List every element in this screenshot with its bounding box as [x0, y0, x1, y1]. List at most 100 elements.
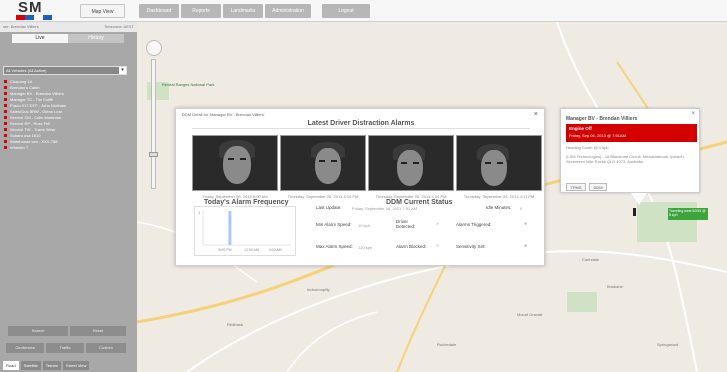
vehicle-info-popup: × Manager BV - Brendan Villiers Engine O…: [560, 108, 700, 205]
nav-landmarks[interactable]: Landmarks: [223, 4, 263, 18]
map-type-selector: Road Satellite Terrain Street View: [3, 361, 90, 370]
chart-x-tick: 4:00 AM: [269, 248, 282, 252]
vehicle-select-value: All Vehicles (All Active): [6, 68, 47, 73]
camera-image[interactable]: [280, 135, 366, 191]
tpms-button[interactable]: TPMS: [566, 183, 586, 191]
alarms-heading: Latest Driver Distraction Alarms: [192, 120, 530, 129]
vehicle-name: Chapung 1A: [10, 78, 33, 84]
green-vehicle-tag[interactable]: Traveling west 50/55 @ 8 kph: [668, 208, 708, 220]
live-tab[interactable]: Live: [12, 34, 68, 43]
chart-axis: [202, 211, 291, 246]
vehicle-status-icon: [4, 145, 7, 149]
reset-button[interactable]: Reset: [70, 326, 126, 336]
popup-pointer: [631, 193, 647, 205]
map-label: Carindale: [582, 257, 600, 262]
vehicle-status-icon: [4, 127, 7, 131]
vehicle-name: Subaru usa 1610: [10, 132, 41, 138]
nav-dashboard[interactable]: Dashboard: [139, 4, 179, 18]
sensitivity-label: Sensitivity Set:: [456, 244, 486, 249]
ddm-detail-dialog: DDM Detail for 'Manager BV - Brendan Vil…: [175, 108, 545, 266]
vehicle-list: Chapung 1A Brendan's Cabin Manager BV - Br…: [4, 78, 104, 150]
zoom-slider[interactable]: [151, 59, 156, 189]
vehicle-name: Service CM - Colin Montrose: [10, 114, 62, 120]
ddm-status-panel: Last Update: Friday, September 06, 2013 …: [316, 205, 536, 265]
vehicle-status-icon: [4, 115, 7, 119]
map-type-satellite[interactable]: Satellite: [20, 361, 41, 370]
max-speed-value: 120 kph: [358, 244, 373, 250]
map-label: Brisbane: [607, 284, 623, 289]
vehicle-status-icon: [4, 103, 7, 107]
logo-bar: [16, 15, 52, 20]
timezone-label: Timezone: AEST: [104, 24, 134, 29]
chart-y-tick: 1: [198, 210, 201, 215]
ddm-button[interactable]: DDM: [589, 183, 607, 191]
vehicle-status-icon: [4, 121, 7, 125]
pan-control[interactable]: [146, 40, 162, 56]
geofences-button[interactable]: Geofences: [6, 343, 44, 353]
map-label: Rochedale: [437, 342, 457, 347]
alarms-triggered-indicator: ●: [524, 221, 528, 227]
dialog-title: DDM Detail for 'Manager BV - Brendan Vil…: [182, 112, 265, 117]
map-type-street-view[interactable]: Street View: [63, 361, 90, 370]
user-label: ser: Brendan Villiers: [3, 24, 39, 29]
vehicle-name: Service TW - Travis Wear: [10, 126, 56, 132]
map-type-road[interactable]: Road: [3, 361, 19, 370]
vehicle-status-icon: [4, 97, 7, 101]
search-button[interactable]: Search: [8, 326, 68, 336]
map-view-button[interactable]: Map View: [80, 4, 125, 18]
camera-image[interactable]: [192, 135, 278, 191]
vehicle-name: Manager BV - Brendan Villiers: [566, 116, 638, 122]
vehicle-status-icon: [4, 79, 7, 83]
close-icon[interactable]: ×: [691, 111, 695, 117]
alarm-frequency-heading: Today's Alarm Frequency: [204, 199, 289, 206]
camera-image[interactable]: [368, 135, 454, 191]
zoom-slider-handle[interactable]: [149, 152, 158, 157]
alarm-frequency-chart: 1 8:00 PM 12:00 AM 4:00 AM: [194, 206, 296, 256]
vehicle-group-select[interactable]: All Vehicles (All Active) ▾: [3, 66, 127, 75]
vehicle-name: Prado 017-DTF - John Northam: [10, 102, 67, 108]
vehicle-name: Sales/Gus BRW - Glenn Lear: [10, 108, 63, 114]
alarms-triggered-label: Alarms Triggered:: [456, 222, 492, 227]
history-tab[interactable]: History: [68, 34, 124, 43]
last-update-value: Friday, September 06, 2013 7:51 AM: [352, 205, 418, 211]
vehicle-name: Brendan's Cabin: [10, 84, 40, 90]
chart-bar: [228, 211, 232, 245]
map-type-terrain[interactable]: Terrain: [42, 361, 62, 370]
user-info-row: ser: Brendan Villiers Timezone: AEST: [0, 22, 137, 32]
logout-button[interactable]: Logout: [322, 4, 370, 18]
nav-administration[interactable]: Administration: [265, 4, 311, 18]
chart-x-tick: 8:00 PM: [218, 248, 231, 252]
traffic-button[interactable]: Traffic: [46, 343, 84, 353]
vehicle-marker-icon[interactable]: [633, 208, 636, 216]
driver-detected-label: Driver Detected:: [396, 219, 416, 229]
vehicle-status-icon: [4, 139, 7, 143]
camera-image[interactable]: [456, 135, 542, 191]
alarm-blocked-indicator: »: [436, 243, 439, 249]
vehicle-name: Manager BV - Brendan Villiers: [10, 90, 64, 96]
park-label: Reveal Ranges National Park: [162, 82, 215, 87]
chevron-down-icon: ▾: [119, 67, 126, 74]
live-history-toggle: Live History: [12, 34, 124, 43]
driver-detected-indicator: »: [436, 221, 439, 227]
nav-reports[interactable]: Reports: [181, 4, 221, 18]
min-speed-label: Min Alarm Speed:: [316, 222, 352, 227]
map-label: Indooroopilly: [307, 287, 330, 292]
max-speed-label: Max Alarm Speed:: [316, 244, 353, 249]
engine-status: Engine Off: [569, 126, 592, 131]
vehicle-name: Wheeler 7: [10, 144, 29, 150]
chart-x-tick: 12:00 AM: [244, 248, 259, 252]
heading-text: Heading South @ 0 kph: [566, 145, 609, 150]
map-label: Springwood: [657, 342, 679, 347]
vehicle-name: Warehouse van - XXX-768: [10, 138, 58, 144]
left-panel: ser: Brendan Villiers Timezone: AEST Liv…: [0, 22, 137, 372]
chart-svg: 1 8:00 PM 12:00 AM 4:00 AM: [198, 210, 291, 252]
map-label: Redbank: [227, 322, 244, 327]
address-text: (LSM Technologies) - 16 Bluestone Circui…: [566, 154, 685, 164]
vehicle-status-icon: [4, 85, 7, 89]
capture-time: Thursday, September 05, 2013 4:11 PM: [463, 194, 535, 199]
custom-button[interactable]: Custom: [86, 343, 126, 353]
lsm-logo[interactable]: SM: [8, 0, 60, 21]
close-icon[interactable]: ×: [534, 111, 538, 118]
vehicle-name: Service RP - Russ Fell: [10, 120, 51, 126]
vehicle-list-item[interactable]: Wheeler 7: [4, 144, 104, 150]
